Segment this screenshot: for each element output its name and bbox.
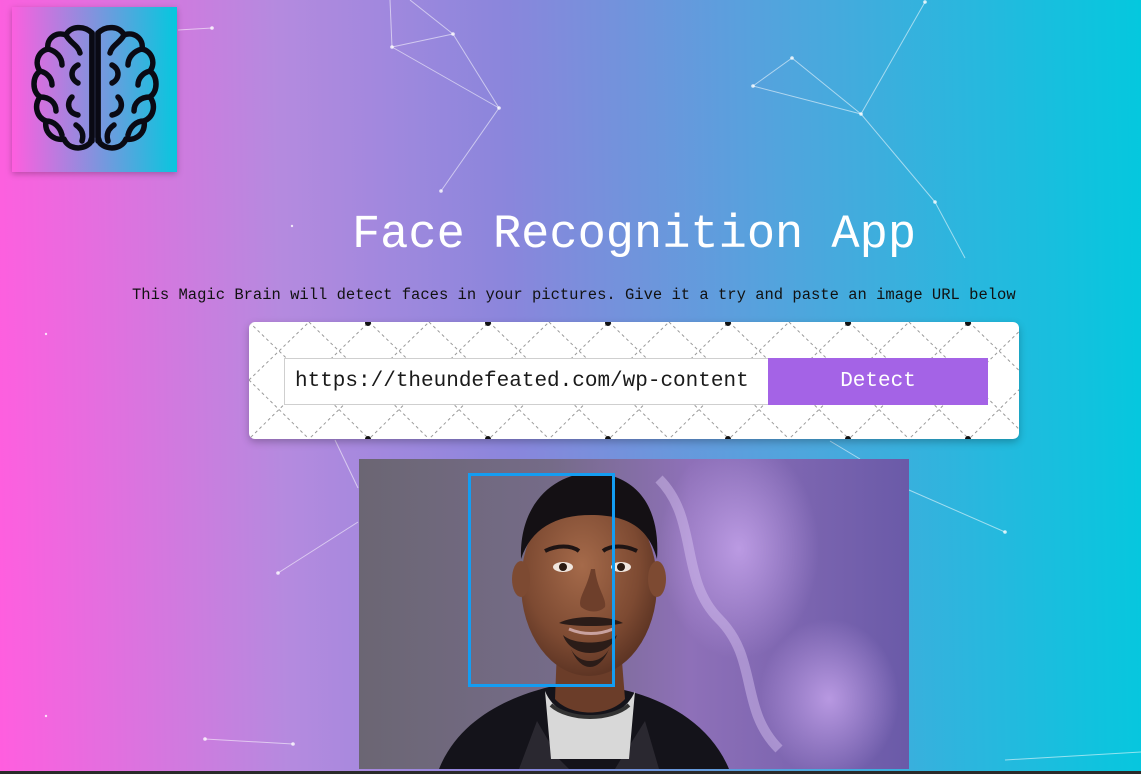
face-photo (359, 459, 909, 769)
face-bounding-box (468, 473, 615, 687)
detect-button[interactable]: Detect (768, 358, 988, 405)
brain-icon (31, 24, 159, 151)
logo-tile[interactable] (12, 7, 177, 172)
image-url-input[interactable] (284, 358, 769, 405)
page-subtitle: This Magic Brain will detect faces in yo… (132, 286, 1016, 304)
url-form-panel: Detect (249, 322, 1019, 439)
page-title: Face Recognition App (351, 209, 917, 262)
result-image (359, 459, 909, 769)
